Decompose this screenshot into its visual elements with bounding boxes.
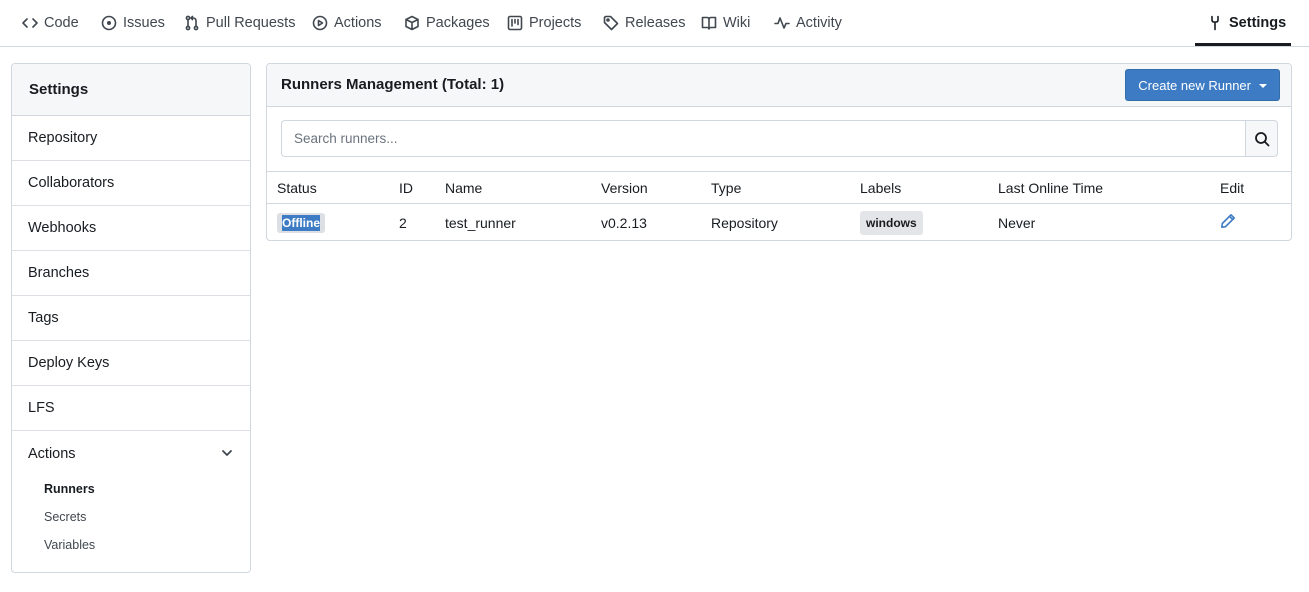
nav-tab-label: Activity: [796, 15, 842, 31]
create-runner-button[interactable]: Create new Runner: [1125, 69, 1280, 101]
sidebar-item-lfs[interactable]: LFS: [12, 386, 250, 431]
sidebar-item-label: Actions: [28, 445, 76, 462]
column-header-version: Version: [601, 179, 648, 196]
tool-icon: [1211, 15, 1219, 31]
table-header-row: Status ID Name Version Type Labels Last …: [267, 171, 1291, 204]
sidebar-title: Settings: [12, 64, 250, 116]
nav-tab-label: Actions: [334, 15, 382, 31]
book-icon: [701, 16, 717, 30]
nav-tab-settings[interactable]: Settings: [1207, 0, 1286, 46]
runner-label-chip: windows: [860, 210, 923, 235]
search-bar: [281, 120, 1278, 157]
column-header-labels: Labels: [860, 179, 902, 196]
code-icon: [22, 18, 38, 28]
runner-last-online: Never: [998, 214, 1036, 231]
nav-tab-activity[interactable]: Activity: [774, 0, 842, 46]
panel-header: Runners Management (Total: 1) Create new…: [267, 64, 1291, 107]
runner-type: Repository: [711, 214, 778, 231]
nav-tab-releases[interactable]: Releases: [603, 0, 685, 46]
sidebar-item-webhooks[interactable]: Webhooks: [12, 206, 250, 251]
status-badge-text: Offline: [282, 214, 320, 231]
runner-version: v0.2.13: [601, 214, 647, 231]
nav-tab-label: Releases: [625, 15, 686, 31]
column-header-id: ID: [399, 179, 413, 196]
nav-tab-label: Settings: [1229, 15, 1287, 31]
column-header-last-online: Last Online Time: [998, 179, 1104, 196]
column-header-name: Name: [445, 179, 483, 196]
sidebar-item-branches[interactable]: Branches: [12, 251, 250, 296]
nav-tab-label: Wiki: [723, 15, 751, 31]
pencil-icon: [1221, 213, 1235, 228]
status-badge: Offline: [277, 212, 325, 233]
nav-tab-issues[interactable]: Issues: [101, 0, 165, 46]
nav-tab-actions[interactable]: Actions: [312, 0, 382, 46]
nav-tab-label: Code: [44, 15, 79, 31]
sidebar-subitem-runners[interactable]: Runners: [12, 475, 250, 503]
sidebar-subitem-secrets[interactable]: Secrets: [12, 503, 250, 531]
runner-name: test_runner: [445, 214, 516, 231]
search-button[interactable]: [1245, 120, 1278, 157]
nav-tab-code[interactable]: Code: [22, 0, 79, 46]
tag-icon: [603, 15, 619, 31]
nav-tab-packages[interactable]: Packages: [404, 0, 490, 46]
nav-tab-label: Packages: [426, 15, 490, 31]
chevron-down-icon: [220, 446, 234, 460]
play-icon: [312, 15, 328, 31]
sidebar-item-deploy-keys[interactable]: Deploy Keys: [12, 341, 250, 386]
create-runner-label: Create new Runner: [1138, 77, 1251, 93]
sidebar-item-tags[interactable]: Tags: [12, 296, 250, 341]
sidebar-subitem-variables[interactable]: Variables: [12, 531, 250, 559]
pulse-icon: [774, 17, 790, 29]
table-row: Offline 2 test_runner v0.2.13 Repository…: [267, 202, 1291, 240]
settings-sidebar: Settings Repository Collaborators Webhoo…: [11, 63, 251, 573]
nav-tab-wiki[interactable]: Wiki: [701, 0, 750, 46]
page-title: Runners Management (Total: 1): [281, 76, 505, 93]
runners-panel: Runners Management (Total: 1) Create new…: [266, 63, 1292, 241]
nav-tab-pull-requests[interactable]: Pull Requests: [184, 0, 295, 46]
labels-cell: windows: [860, 204, 923, 240]
nav-tab-projects[interactable]: Projects: [507, 0, 581, 46]
sidebar-item-collaborators[interactable]: Collaborators: [12, 161, 250, 206]
column-header-edit: Edit: [1220, 179, 1245, 196]
repo-nav-bar: Code Issues Pull Requests Actions Packag…: [0, 0, 1309, 47]
issue-icon: [101, 15, 117, 31]
sidebar-item-actions[interactable]: Actions: [12, 431, 250, 476]
project-icon: [507, 15, 523, 31]
caret-down-icon: [1259, 83, 1267, 88]
runner-id: 2: [399, 214, 407, 231]
column-header-status: Status: [277, 179, 317, 196]
column-header-type: Type: [711, 179, 742, 196]
active-tab-underline: [1195, 43, 1291, 46]
runners-table: Status ID Name Version Type Labels Last …: [267, 171, 1291, 240]
status-cell: Offline: [277, 204, 325, 240]
nav-tab-label: Issues: [123, 15, 165, 31]
nav-tab-label: Projects: [529, 15, 582, 31]
edit-runner-button[interactable]: [1220, 202, 1236, 239]
search-input[interactable]: [281, 120, 1245, 157]
sidebar-item-repository[interactable]: Repository: [12, 116, 250, 161]
nav-tab-label: Pull Requests: [206, 15, 296, 31]
package-icon: [405, 15, 419, 31]
pull-request-icon: [185, 15, 199, 31]
search-icon: [1254, 131, 1269, 146]
